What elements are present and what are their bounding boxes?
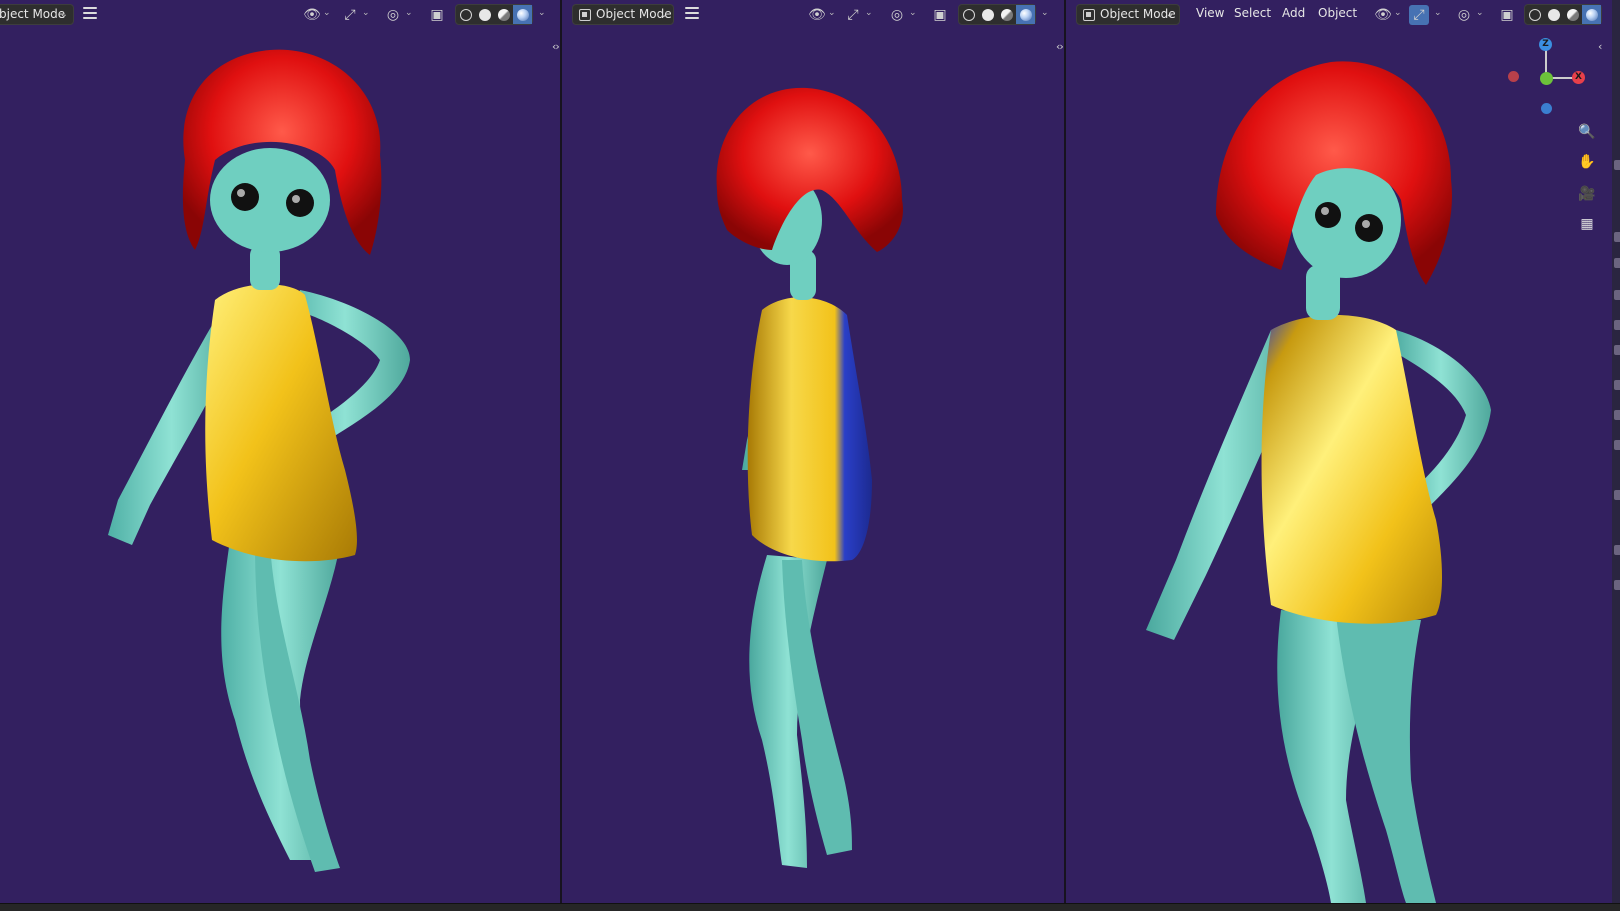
overlay-icon[interactable]: ◎ bbox=[383, 5, 403, 25]
chevron-down-icon[interactable]: ⌄ bbox=[1394, 8, 1402, 18]
chevron-down-icon[interactable]: ⌄ bbox=[362, 8, 370, 18]
material-shading-icon[interactable] bbox=[1563, 5, 1582, 24]
menu-object[interactable]: Object bbox=[1318, 6, 1357, 20]
gizmo-icon[interactable]: ⤢ bbox=[1409, 5, 1429, 25]
xray-icon[interactable]: ▣ bbox=[427, 5, 447, 25]
camera-icon[interactable]: 🎥 bbox=[1576, 183, 1598, 205]
object-mode-icon bbox=[579, 8, 591, 21]
axis-x-handle[interactable]: X bbox=[1572, 71, 1585, 84]
wireframe-shading-icon[interactable] bbox=[1525, 5, 1544, 24]
viewport-header: bject Mode ⌄ 👁 ⌄ ⤢ ⌄ ◎ ⌄ ▣ ⌄ bbox=[0, 0, 560, 30]
mode-dropdown[interactable]: bject Mode ⌄ bbox=[0, 4, 74, 25]
menu-icon[interactable] bbox=[685, 7, 699, 21]
collapse-arrow-icon[interactable]: ‹ bbox=[1598, 40, 1603, 53]
object-mode-icon bbox=[1083, 8, 1095, 21]
shading-mode-group bbox=[1524, 4, 1602, 25]
character-render-front bbox=[108, 49, 410, 872]
expand-arrows-icon[interactable]: ‹› bbox=[1056, 40, 1064, 53]
axis-y-handle[interactable] bbox=[1540, 72, 1553, 85]
material-shading-icon[interactable] bbox=[997, 5, 1016, 24]
material-shading-icon[interactable] bbox=[494, 5, 513, 24]
rendered-shading-icon[interactable] bbox=[1582, 5, 1601, 24]
mode-dropdown[interactable]: Object Mode ⌄ bbox=[572, 4, 674, 25]
character-render-three-quarter bbox=[1146, 61, 1491, 903]
wireframe-shading-icon[interactable] bbox=[959, 5, 978, 24]
xray-icon[interactable]: ▣ bbox=[930, 5, 950, 25]
expand-arrows-icon[interactable]: ‹› bbox=[552, 40, 560, 53]
viewport-header: Object Mode ⌄ View Select Add Object 👁 ⌄… bbox=[1066, 0, 1620, 30]
eye-icon[interactable]: 👁 bbox=[807, 5, 827, 25]
sidebar-edge[interactable] bbox=[1612, 0, 1620, 903]
sidebar-tab[interactable] bbox=[1614, 258, 1620, 268]
chevron-down-icon[interactable]: ⌄ bbox=[405, 8, 413, 18]
viewport-left[interactable]: bject Mode ⌄ 👁 ⌄ ⤢ ⌄ ◎ ⌄ ▣ ⌄ ‹› bbox=[0, 0, 560, 903]
viewport-right[interactable]: Object Mode ⌄ View Select Add Object 👁 ⌄… bbox=[1066, 0, 1620, 903]
chevron-down-icon: ⌄ bbox=[1165, 9, 1174, 20]
mode-label: Object Mode bbox=[1100, 7, 1176, 21]
menu-select[interactable]: Select bbox=[1234, 6, 1271, 20]
character-render-side bbox=[716, 87, 903, 868]
gizmo-icon[interactable]: ⤢ bbox=[340, 5, 360, 25]
solid-shading-icon[interactable] bbox=[978, 5, 997, 24]
mode-label: bject Mode bbox=[0, 7, 66, 21]
overlay-icon[interactable]: ◎ bbox=[1454, 5, 1474, 25]
shading-mode-group bbox=[958, 4, 1036, 25]
chevron-down-icon[interactable]: ⌄ bbox=[1041, 8, 1049, 18]
zoom-icon[interactable]: 🔍 bbox=[1576, 121, 1598, 143]
chevron-down-icon[interactable]: ⌄ bbox=[909, 8, 917, 18]
sidebar-tab[interactable] bbox=[1614, 545, 1620, 555]
grid-perspective-icon[interactable]: ▦ bbox=[1576, 213, 1598, 235]
chevron-down-icon[interactable]: ⌄ bbox=[1476, 8, 1484, 18]
shading-mode-group bbox=[455, 4, 533, 25]
chevron-down-icon: ⌄ bbox=[659, 9, 668, 20]
sidebar-tab[interactable] bbox=[1614, 232, 1620, 242]
sidebar-tab[interactable] bbox=[1614, 320, 1620, 330]
mode-dropdown[interactable]: Object Mode ⌄ bbox=[1076, 4, 1180, 25]
hand-pan-icon[interactable]: ✋ bbox=[1576, 151, 1598, 173]
sidebar-tab[interactable] bbox=[1614, 290, 1620, 300]
menu-icon[interactable] bbox=[83, 7, 97, 21]
gizmo-icon[interactable]: ⤢ bbox=[843, 5, 863, 25]
rendered-shading-icon[interactable] bbox=[513, 5, 532, 24]
chevron-down-icon[interactable]: ⌄ bbox=[828, 8, 836, 18]
overlay-icon[interactable]: ◎ bbox=[887, 5, 907, 25]
menu-view[interactable]: View bbox=[1196, 6, 1224, 20]
axis-z-handle[interactable]: Z bbox=[1539, 38, 1552, 51]
chevron-down-icon[interactable]: ⌄ bbox=[1434, 8, 1442, 18]
menu-add[interactable]: Add bbox=[1282, 6, 1305, 20]
chevron-down-icon: ⌄ bbox=[59, 9, 68, 20]
sidebar-tab[interactable] bbox=[1614, 580, 1620, 590]
sidebar-tab[interactable] bbox=[1614, 345, 1620, 355]
solid-shading-icon[interactable] bbox=[1544, 5, 1563, 24]
status-bar bbox=[0, 903, 1620, 911]
axis-neg-z-handle[interactable] bbox=[1541, 103, 1552, 114]
navigation-gizmo[interactable]: Z X bbox=[1506, 34, 1586, 124]
sidebar-tab[interactable] bbox=[1614, 380, 1620, 390]
wireframe-shading-icon[interactable] bbox=[456, 5, 475, 24]
eye-icon[interactable]: 👁 bbox=[302, 5, 322, 25]
eye-icon[interactable]: 👁 bbox=[1373, 5, 1393, 25]
rendered-shading-icon[interactable] bbox=[1016, 5, 1035, 24]
chevron-down-icon[interactable]: ⌄ bbox=[865, 8, 873, 18]
chevron-down-icon[interactable]: ⌄ bbox=[323, 8, 331, 18]
xray-icon[interactable]: ▣ bbox=[1497, 5, 1517, 25]
viewport-header: Object Mode ⌄ 👁 ⌄ ⤢ ⌄ ◎ ⌄ ▣ ⌄ bbox=[562, 0, 1064, 30]
viewport-middle[interactable]: Object Mode ⌄ 👁 ⌄ ⤢ ⌄ ◎ ⌄ ▣ ⌄ ‹› bbox=[562, 0, 1064, 903]
solid-shading-icon[interactable] bbox=[475, 5, 494, 24]
sidebar-tab[interactable] bbox=[1614, 160, 1620, 170]
axis-neg-x-handle[interactable] bbox=[1508, 71, 1519, 82]
sidebar-tab[interactable] bbox=[1614, 490, 1620, 500]
sidebar-tab[interactable] bbox=[1614, 410, 1620, 420]
sidebar-tab[interactable] bbox=[1614, 440, 1620, 450]
chevron-down-icon[interactable]: ⌄ bbox=[538, 8, 546, 18]
